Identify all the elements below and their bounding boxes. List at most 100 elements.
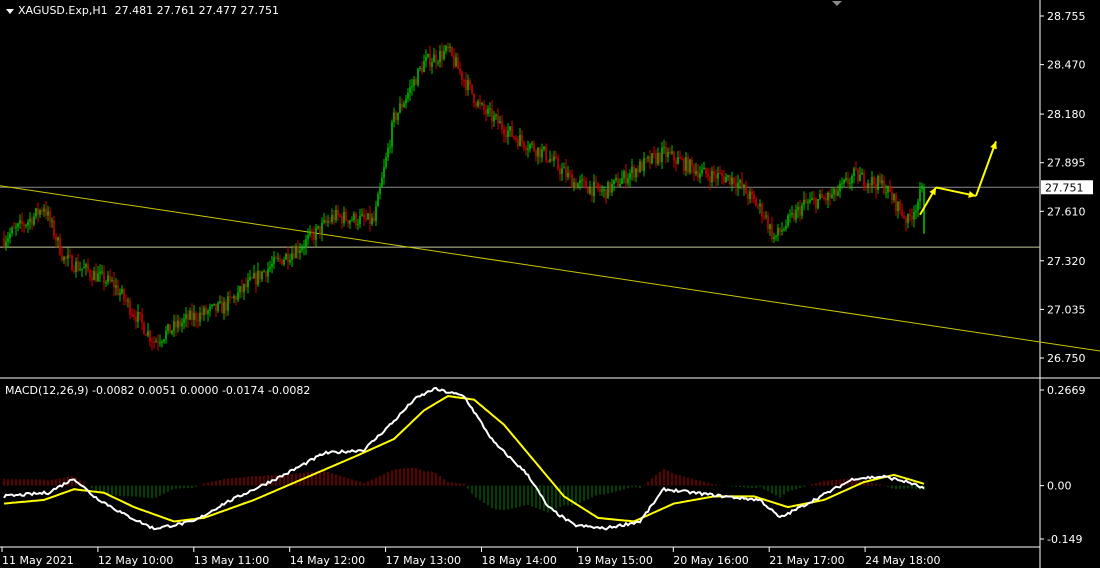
candle-body [831,194,833,198]
candle-body [381,177,383,188]
candle-body [387,147,389,158]
candle-body [673,151,675,161]
candle-body [135,316,137,323]
candle-body [651,153,653,164]
candle-body [287,253,289,263]
candle-body [757,206,759,208]
candle-body [419,67,421,69]
candle-body [371,217,373,224]
candle-body [361,214,363,216]
candle-body [97,273,99,282]
candle-body [3,238,5,247]
candle-body [873,177,875,184]
candle-body [699,173,701,178]
candle-body [343,211,345,224]
candle-body [479,101,481,104]
candle-body [519,135,521,147]
candle-body [561,168,563,175]
candle-body [583,179,585,181]
candle-body [243,284,245,293]
candle-body [143,322,145,334]
candle-body [605,189,607,199]
candle-body [365,218,367,220]
price-tick-label: 27.610 [1047,205,1086,218]
candle-body [37,208,39,215]
candle-body [131,314,133,316]
candle-body [169,324,171,334]
candle-body [209,306,211,311]
candle-body [417,68,419,85]
chart-canvas[interactable]: 28.755 28.470 28.180 27.895 27.610 27.320 27.0… [0,0,1100,568]
candle-body [771,224,773,239]
candle-body [147,330,149,336]
candle-body [441,50,443,60]
candle-body [695,171,697,174]
forecast-arrow [975,141,997,197]
candle-body [23,224,25,226]
candle-body [781,230,783,232]
candle-body [19,220,21,224]
candle-body [833,188,835,195]
candle-body [75,261,77,272]
dropdown-triangle-icon[interactable] [6,9,14,14]
candle-body [763,216,765,218]
candle-body [645,158,647,160]
candle-body [829,192,831,198]
chart-shift-marker-icon[interactable] [832,1,842,6]
candle-body [483,103,485,110]
candle-body [839,183,841,192]
candle-body [555,156,557,159]
candle-body [385,157,387,168]
candle-body [557,158,559,169]
candle-body [773,237,775,239]
candle-body [649,156,651,164]
candle-body [305,239,307,248]
current-price-label: 27.751 [1045,181,1084,194]
candle-body [571,174,573,188]
candle-body [239,286,241,293]
candle-body [437,62,439,64]
candle-body [459,68,461,72]
candle-body [851,176,853,184]
candle-body [249,277,251,280]
candle-body [909,214,911,217]
candle-body [303,247,305,249]
candle-body [617,177,619,187]
candle-body [445,45,447,52]
candle-body [915,210,917,213]
signal-line [3,395,925,523]
candle-body [435,54,437,63]
candle-body [901,210,903,216]
candle-body [921,185,923,189]
candle-body [621,178,623,184]
candle-body [451,47,453,56]
candle-body [163,339,165,342]
candle-body [591,186,593,197]
price-tick-label: 28.755 [1047,10,1086,23]
candle-body [625,171,627,184]
candle-body [377,194,379,207]
candle-body [593,181,595,197]
candle-body [469,80,471,85]
candle-body [211,305,213,307]
candle-body [843,179,845,184]
candle-body [683,158,685,171]
candle-body [247,279,249,288]
candle-body [877,176,879,190]
candle-body [747,193,749,199]
candle-body [585,180,587,189]
candle-body [749,191,751,199]
candle-body [797,206,799,210]
candle-body [89,270,91,277]
candle-body [263,271,265,273]
candle-body [401,103,403,108]
candle-body [509,126,511,131]
candle-body [307,235,309,240]
candle-body [597,182,599,189]
candle-body [857,169,859,182]
candle-body [889,185,891,193]
candle-body [367,213,369,220]
candle-body [533,143,535,151]
candle-body [165,330,167,340]
candle-body [339,215,341,217]
